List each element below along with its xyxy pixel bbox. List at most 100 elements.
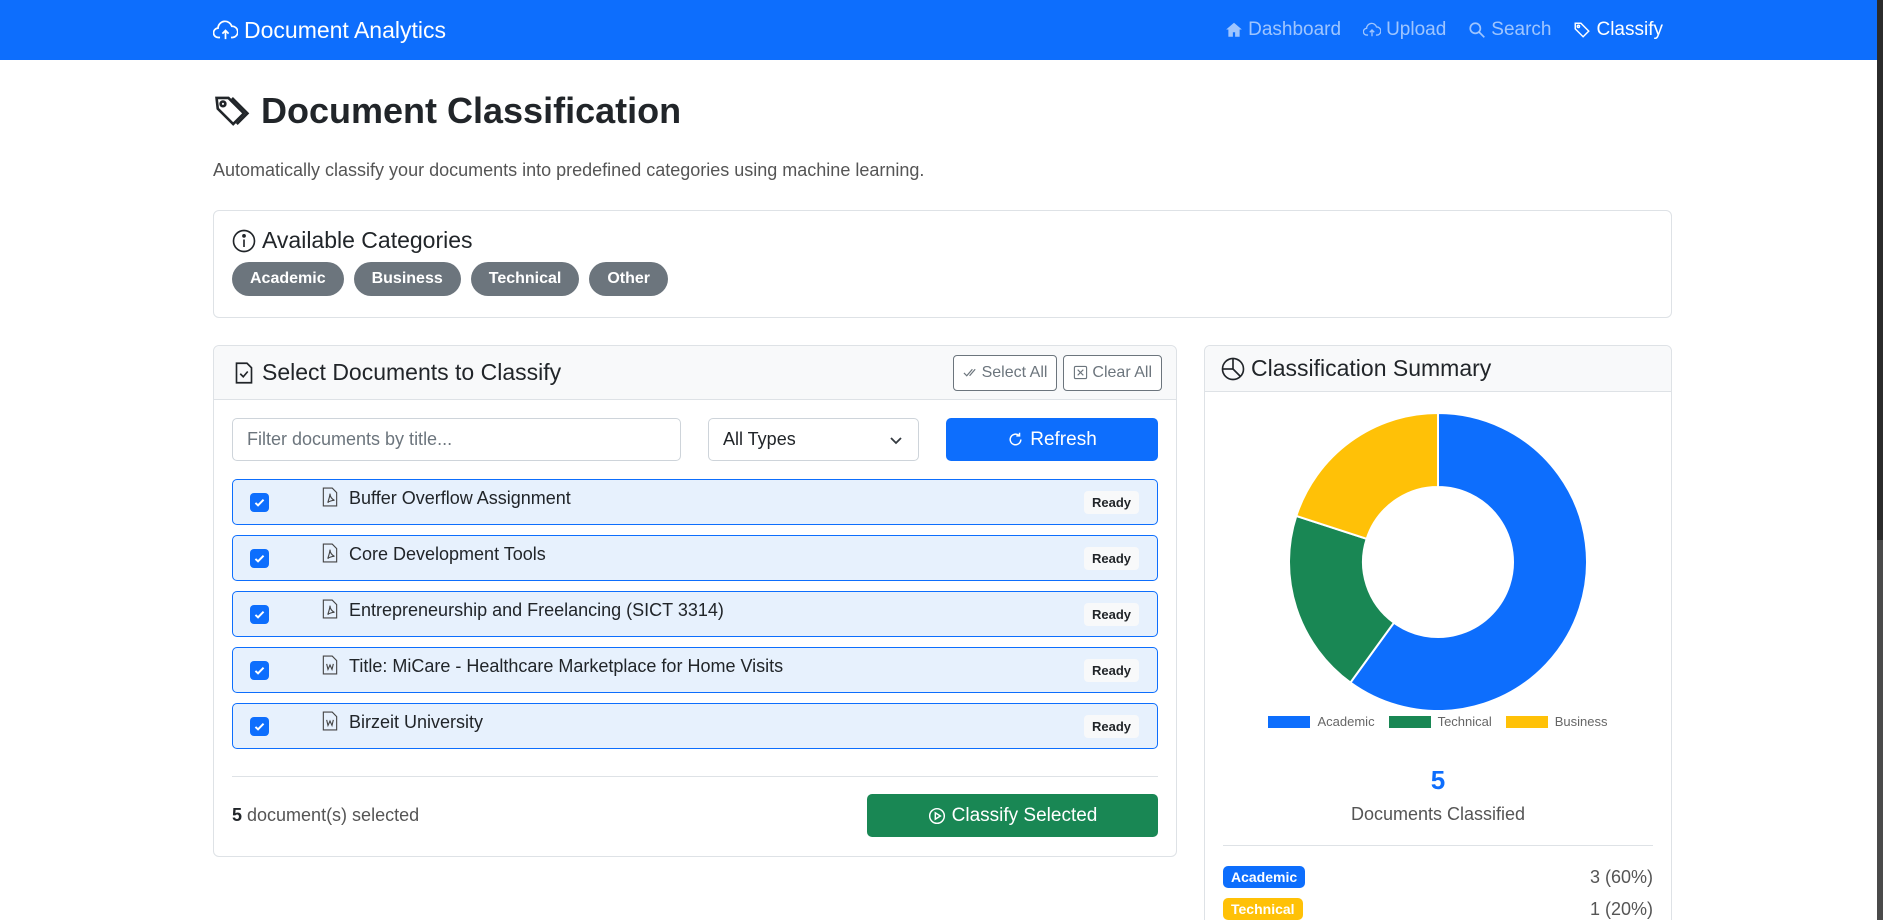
scrollbar[interactable] bbox=[1877, 0, 1883, 920]
summary-badge: Academic bbox=[1223, 866, 1306, 888]
check-icon bbox=[254, 666, 265, 675]
document-title: Buffer Overflow Assignment bbox=[349, 487, 571, 508]
nav-link-search[interactable]: Search bbox=[1468, 19, 1551, 41]
legend-item-academic[interactable]: Academic bbox=[1268, 714, 1375, 729]
clear-all-label: Clear All bbox=[1092, 363, 1152, 381]
status-badge: Ready bbox=[1083, 602, 1139, 626]
document-item[interactable]: Title: MiCare - Healthcare Marketplace f… bbox=[232, 647, 1158, 693]
type-select[interactable]: All Types bbox=[708, 418, 919, 461]
cloud-upload-icon bbox=[1363, 22, 1382, 37]
category-pill-business: Business bbox=[353, 262, 461, 296]
summary-row-technical: Technical 1 (20%) bbox=[1223, 898, 1653, 920]
legend-item-business[interactable]: Business bbox=[1505, 714, 1608, 729]
page-title-text: Document Classification bbox=[261, 90, 682, 131]
type-select-value: All Types bbox=[723, 429, 796, 449]
summary-row-academic: Academic 3 (60%) bbox=[1223, 866, 1653, 888]
check-all-icon bbox=[963, 368, 976, 377]
scrollbar-thumb[interactable] bbox=[1877, 0, 1883, 540]
selected-count: 5 document(s) selected bbox=[232, 805, 419, 826]
file-word-icon bbox=[322, 711, 338, 731]
document-checkbox[interactable] bbox=[250, 660, 269, 680]
summary-card: Classification Summary Academic Technical… bbox=[1204, 345, 1672, 920]
nav-link-classify[interactable]: Classify bbox=[1573, 19, 1663, 41]
classification-donut-chart bbox=[1288, 411, 1588, 710]
refresh-icon bbox=[1009, 432, 1022, 446]
select-all-button[interactable]: Select All bbox=[952, 354, 1058, 391]
pie-chart-icon bbox=[1221, 357, 1245, 380]
classify-selected-label: Classify Selected bbox=[951, 804, 1098, 826]
document-checkbox[interactable] bbox=[250, 548, 269, 568]
document-title: Title: MiCare - Healthcare Marketplace f… bbox=[349, 655, 784, 676]
category-pills: Academic Business Technical Other bbox=[232, 262, 1653, 296]
total-classified-label: Documents Classified bbox=[1350, 804, 1526, 824]
selected-count-suffix: document(s) selected bbox=[242, 805, 420, 825]
play-circle-icon bbox=[928, 807, 945, 824]
legend-swatch bbox=[1388, 715, 1431, 728]
select-all-label: Select All bbox=[981, 363, 1048, 381]
category-pill-technical: Technical bbox=[470, 262, 580, 296]
check-icon bbox=[254, 722, 265, 731]
refresh-button[interactable]: Refresh bbox=[946, 418, 1158, 461]
x-square-icon bbox=[1074, 365, 1088, 380]
document-item[interactable]: Entrepreneurship and Freelancing (SICT 3… bbox=[232, 591, 1158, 637]
status-badge: Ready bbox=[1083, 490, 1139, 514]
legend-label: Business bbox=[1554, 714, 1608, 729]
legend-label: Academic bbox=[1317, 714, 1375, 729]
legend-swatch bbox=[1268, 715, 1311, 728]
brand-title: Document Analytics bbox=[244, 16, 446, 43]
document-item[interactable]: Birzeit University Ready bbox=[232, 703, 1158, 749]
nav-link-label: Dashboard bbox=[1248, 19, 1342, 40]
document-title: Birzeit University bbox=[349, 711, 484, 732]
page-title: Document Classification bbox=[213, 90, 1672, 132]
document-item[interactable]: Buffer Overflow Assignment Ready bbox=[232, 479, 1158, 525]
main-container: Document Classification Automatically cl… bbox=[213, 60, 1672, 920]
category-pill-other: Other bbox=[589, 262, 669, 296]
document-checkbox[interactable] bbox=[250, 716, 269, 736]
file-pdf-icon bbox=[322, 487, 338, 507]
filter-input[interactable]: Filter documents by title... bbox=[232, 418, 681, 461]
legend-item-technical[interactable]: Technical bbox=[1388, 714, 1492, 729]
file-pdf-icon bbox=[322, 599, 338, 619]
check-icon bbox=[254, 610, 265, 619]
document-title: Core Development Tools bbox=[349, 543, 546, 564]
cloud-upload-icon bbox=[213, 19, 238, 39]
document-item[interactable]: Core Development Tools Ready bbox=[232, 535, 1158, 581]
legend-label: Technical bbox=[1437, 714, 1492, 729]
donut-slice-business[interactable] bbox=[1295, 411, 1439, 541]
search-icon bbox=[1469, 22, 1486, 38]
summary-value: 3 (60%) bbox=[1589, 866, 1653, 887]
documents-header: Select Documents to Classify Select All … bbox=[214, 346, 1176, 400]
page-lead: Automatically classify your documents in… bbox=[213, 160, 925, 180]
summary-divider bbox=[1223, 845, 1653, 846]
tags-icon bbox=[215, 96, 250, 126]
summary-title: Classification Summary bbox=[1251, 355, 1492, 381]
clear-all-button[interactable]: Clear All bbox=[1063, 354, 1162, 391]
document-checkbox[interactable] bbox=[250, 604, 269, 624]
file-pdf-icon bbox=[322, 543, 338, 563]
category-pill-academic: Academic bbox=[232, 262, 344, 296]
nav-link-label: Search bbox=[1491, 19, 1552, 40]
nav-link-dashboard[interactable]: Dashboard bbox=[1225, 19, 1341, 41]
selected-count-number: 5 bbox=[232, 805, 243, 825]
nav-link-label: Classify bbox=[1596, 19, 1663, 40]
file-word-icon bbox=[322, 655, 338, 675]
refresh-label: Refresh bbox=[1030, 428, 1097, 450]
summary-value: 1 (20%) bbox=[1589, 898, 1653, 919]
check-icon bbox=[254, 498, 265, 507]
status-badge: Ready bbox=[1083, 714, 1139, 738]
documents-footer: 5 document(s) selected Classify Selected bbox=[232, 776, 1158, 837]
nav-link-label: Upload bbox=[1386, 19, 1447, 40]
nav-link-upload[interactable]: Upload bbox=[1363, 19, 1446, 41]
categories-header: Available Categories bbox=[232, 227, 1653, 254]
summary-header: Classification Summary bbox=[1205, 346, 1671, 392]
navbar: Document Analytics Dashboard Upload Sear… bbox=[0, 0, 1883, 60]
file-check-icon bbox=[235, 361, 253, 384]
document-list: Buffer Overflow Assignment Ready Core De… bbox=[232, 479, 1158, 749]
chart-legend: Academic Technical Business bbox=[1205, 714, 1671, 729]
documents-title: Select Documents to Classify bbox=[262, 359, 562, 385]
documents-card: Select Documents to Classify Select All … bbox=[213, 345, 1177, 857]
document-checkbox[interactable] bbox=[250, 492, 269, 512]
legend-swatch bbox=[1505, 715, 1548, 728]
brand-link[interactable]: Document Analytics bbox=[213, 17, 446, 44]
classify-selected-button[interactable]: Classify Selected bbox=[867, 794, 1158, 837]
